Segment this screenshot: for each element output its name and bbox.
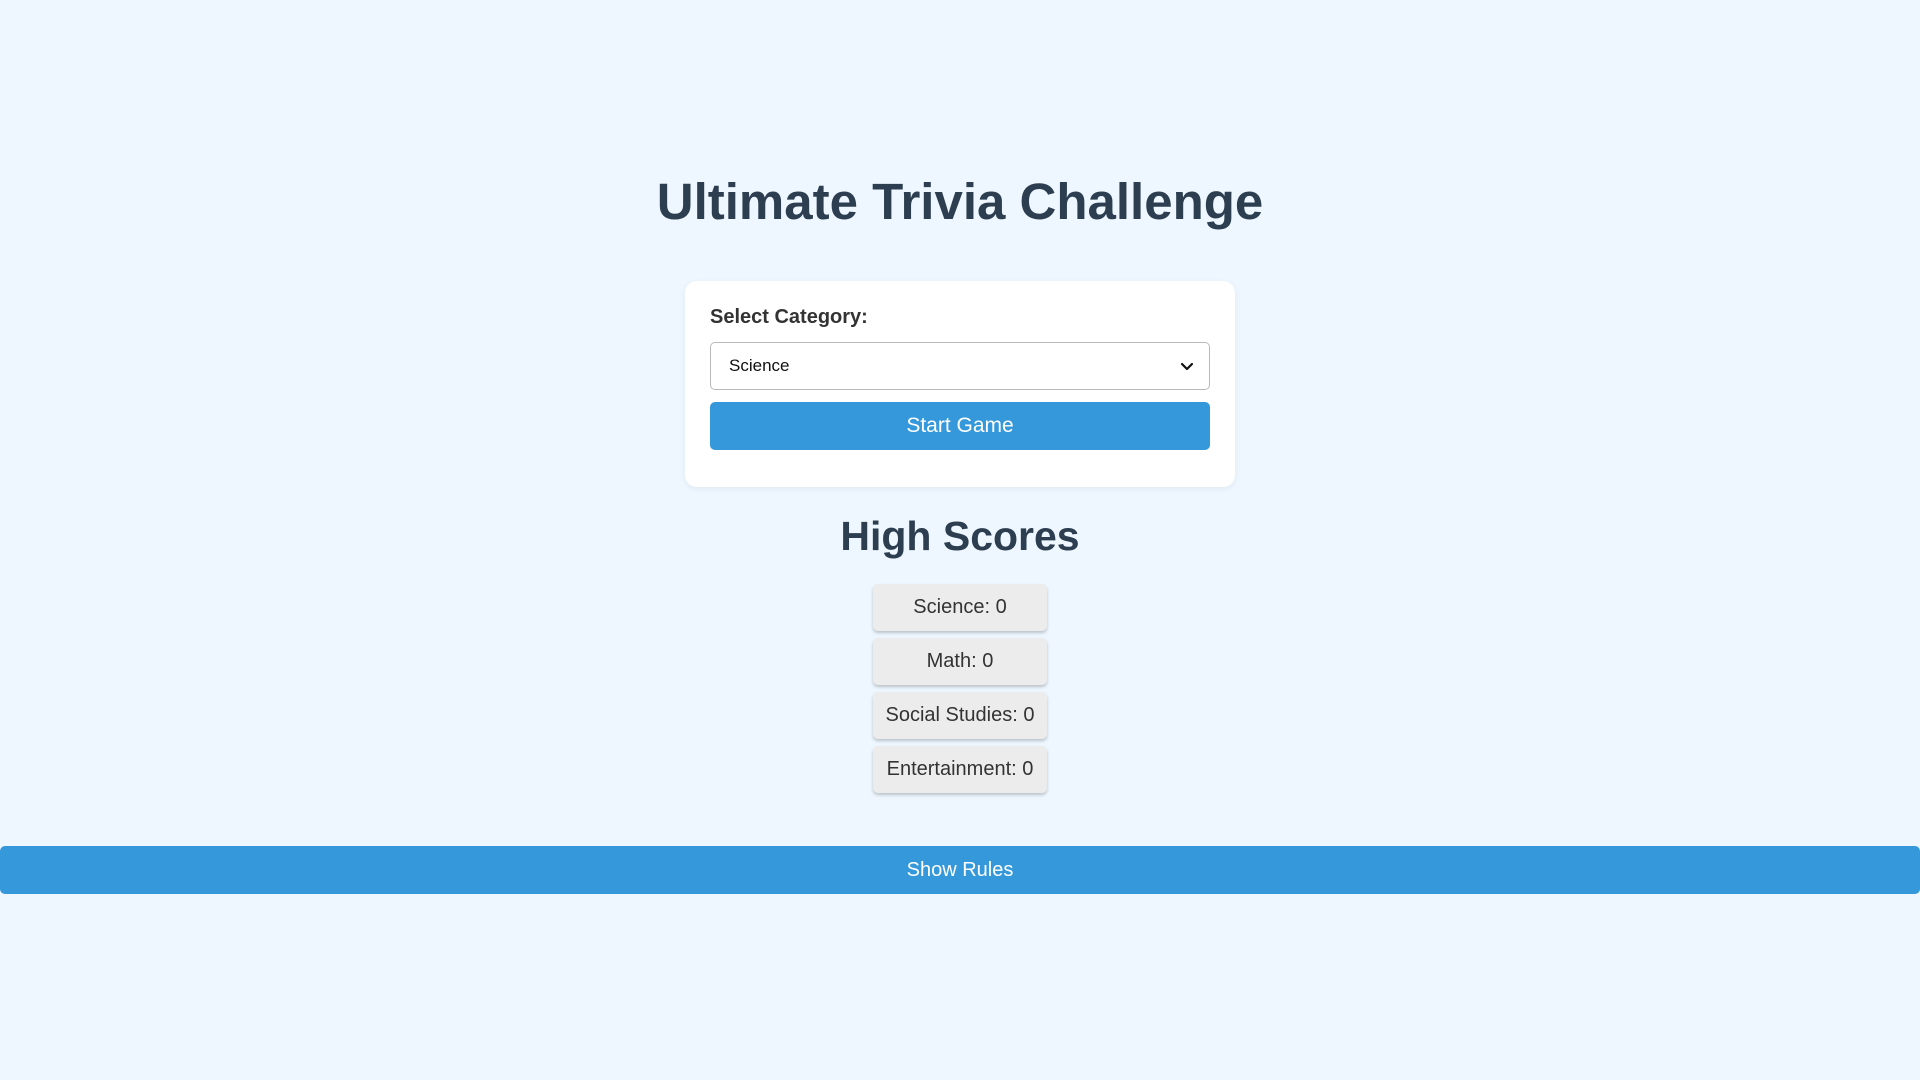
chevron-down-icon [1180,362,1194,371]
category-label: Select Category: [710,306,868,328]
start-game-button[interactable]: Start Game [710,402,1210,450]
high-scores-list: Science: 0 Math: 0 Social Studies: 0 Ent… [873,584,1047,800]
score-item-social-studies: Social Studies: 0 [873,692,1047,739]
score-item-science: Science: 0 [873,584,1047,631]
show-rules-button[interactable]: Show Rules [0,846,1920,894]
category-select[interactable]: Science [710,342,1210,390]
score-item-entertainment: Entertainment: 0 [873,746,1047,793]
page: Ultimate Trivia Challenge Select Categor… [0,0,1920,1080]
score-item-math: Math: 0 [873,638,1047,685]
high-scores-title: High Scores [840,513,1080,559]
category-select-value: Science [729,356,790,375]
page-title: Ultimate Trivia Challenge [656,173,1264,230]
